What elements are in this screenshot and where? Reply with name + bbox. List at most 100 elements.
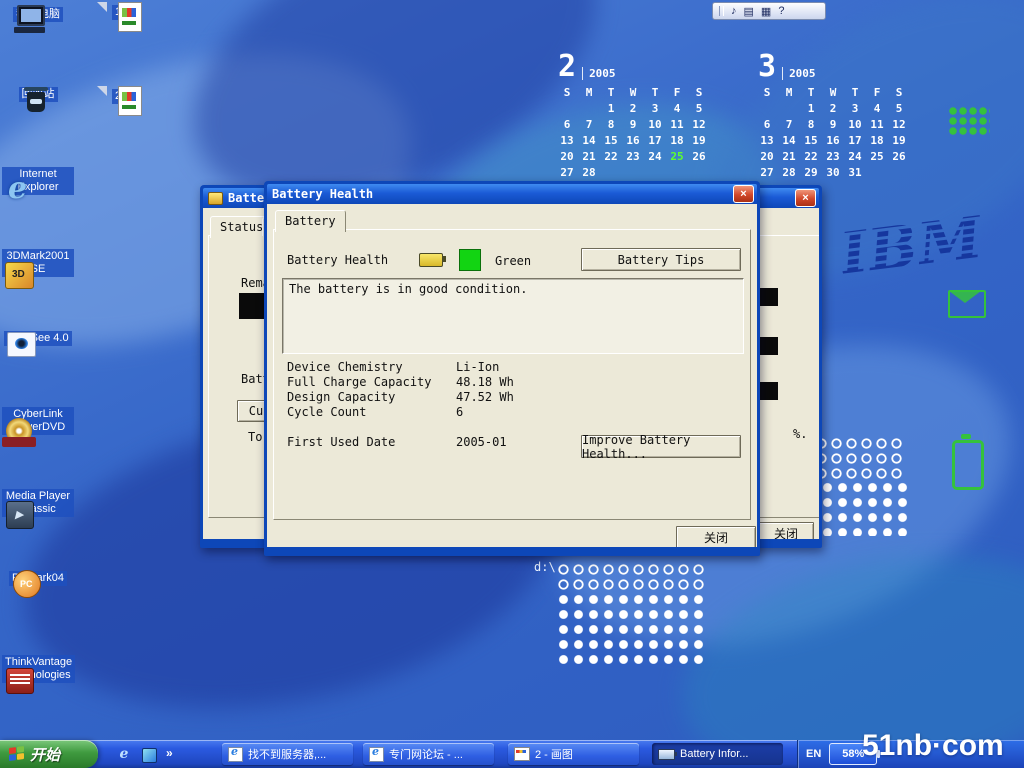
calendar-day-header: T	[644, 86, 666, 99]
calendar-day: 2	[822, 102, 844, 115]
calendar-day: 15	[600, 134, 622, 147]
calendar-day: 3	[644, 102, 666, 115]
floating-toolbar[interactable]: ♪ ▤ ▦ ?	[712, 2, 826, 20]
calendar-day-header: W	[622, 86, 644, 99]
desktop-file-2[interactable]: 2	[82, 86, 154, 104]
calendar-day: 15	[800, 134, 822, 147]
health-status-value: Green	[495, 254, 531, 268]
calendar-day: 9	[822, 118, 844, 131]
dot-pattern	[814, 436, 906, 480]
task-button-battery-information[interactable]: Battery Infor...	[652, 743, 783, 765]
desktop-icon-media-player-classic[interactable]: Media Player Classic	[2, 486, 74, 517]
close-icon[interactable]: ×	[795, 189, 816, 207]
task-button-paint[interactable]: 2 - 画图	[508, 743, 639, 765]
calendar-day: 4	[866, 102, 888, 115]
calendar-day: 18	[866, 134, 888, 147]
calendar-day	[556, 102, 578, 115]
battery-tab-page: Battery Health Green Battery Tips The ba…	[273, 229, 751, 520]
calendar-day: 27	[556, 166, 578, 179]
calendar-day	[866, 166, 888, 179]
calendar-day: 14	[578, 134, 600, 147]
calendar-day: 12	[888, 118, 910, 131]
field-label: Device Chemistry	[287, 360, 403, 374]
field-label: Design Capacity	[287, 390, 395, 404]
desktop-file-1[interactable]: 1	[82, 2, 154, 20]
battery-gauge-block	[758, 337, 778, 355]
calendar-day: 27	[756, 166, 778, 179]
calendar-day: 19	[688, 134, 710, 147]
calendar-day	[888, 166, 910, 179]
calendar-day	[688, 166, 710, 179]
calendar-day: 13	[556, 134, 578, 147]
desktop-icon-acdsee[interactable]: ACDSee 4.0	[2, 328, 74, 346]
toolbar-grip[interactable]	[719, 6, 724, 16]
calendar-day: 25	[866, 150, 888, 163]
calendar-day: 5	[688, 102, 710, 115]
calendar-day: 26	[888, 150, 910, 163]
desktop: IBM d:\ 2 2005 SMTWTFS123456789101112131…	[0, 0, 1024, 768]
battery-task-icon	[658, 749, 675, 760]
media-quicklaunch-icon[interactable]	[142, 748, 157, 763]
calendar-year: 2005	[582, 67, 616, 80]
battery-health-window: Battery Health × Battery Battery Health …	[264, 181, 760, 556]
calendar-day: 28	[778, 166, 800, 179]
calendar-month: 3	[758, 54, 776, 80]
ie-quicklaunch-icon[interactable]: e	[116, 746, 132, 762]
calendar-title: 3 2005	[758, 54, 910, 80]
help-icon[interactable]: ?	[778, 5, 784, 17]
desktop-icon-3dmark[interactable]: 3DMark2001 SE	[2, 246, 74, 277]
field-value: 6	[456, 405, 463, 419]
calendar-day: 20	[756, 150, 778, 163]
field-label: Cycle Count	[287, 405, 366, 419]
close-icon[interactable]: ×	[733, 185, 754, 203]
volume-icon[interactable]: ♪	[731, 5, 737, 17]
start-button[interactable]: 开始	[0, 740, 98, 768]
desktop-icon-powerdvd[interactable]: CyberLink PowerDVD	[2, 404, 74, 435]
field-value: Li-Ion	[456, 360, 499, 374]
calendar-day-header: T	[800, 86, 822, 99]
ie-page-icon	[228, 747, 243, 762]
desktop-icon-my-computer[interactable]: 我的电脑	[2, 4, 74, 22]
desktop-icon-internet-explorer[interactable]: Internet Explorer	[2, 164, 74, 195]
close-button[interactable]: 关闭	[676, 526, 756, 547]
calendar-day: 30	[822, 166, 844, 179]
task-button-server-not-found[interactable]: 找不到服务器,...	[222, 743, 353, 765]
calendar-day: 19	[888, 134, 910, 147]
battery-tips-button[interactable]: Battery Tips	[581, 248, 741, 271]
window-title: Batte	[228, 191, 264, 205]
improve-battery-health-button[interactable]: Improve Battery Health...	[581, 435, 741, 458]
keypad-icon	[948, 106, 990, 136]
condition-textbox: The battery is in good condition.	[282, 278, 744, 354]
calendar-day: 8	[600, 118, 622, 131]
quicklaunch-overflow-chevron[interactable]: »	[166, 746, 173, 760]
battery-gauge-block	[758, 382, 778, 400]
field-label: Full Charge Capacity	[287, 375, 432, 389]
calendar-title: 2 2005	[558, 54, 710, 80]
calendar-month: 2	[558, 54, 576, 80]
tools-icon[interactable]: ▦	[761, 5, 771, 18]
calendar-day	[578, 102, 600, 115]
calendar-day: 31	[844, 166, 866, 179]
calendar-day: 1	[600, 102, 622, 115]
desktop-icon-pcmark[interactable]: PCMark04	[2, 568, 74, 586]
calendar-day-header: W	[822, 86, 844, 99]
language-indicator[interactable]: EN	[806, 748, 821, 760]
calendar-day: 17	[844, 134, 866, 147]
calendar-day: 21	[778, 150, 800, 163]
dot-pattern	[556, 562, 708, 592]
desktop-icon-recycle-bin[interactable]: 回收站	[2, 84, 74, 102]
battery-window-icon	[208, 192, 223, 205]
calendar-day: 10	[844, 118, 866, 131]
calendar-day: 11	[866, 118, 888, 131]
close-button[interactable]: 关闭	[758, 522, 814, 539]
battery-outline-icon	[952, 440, 984, 490]
battery-health-titlebar[interactable]: Battery Health ×	[267, 184, 757, 204]
field-value: 47.52 Wh	[456, 390, 514, 404]
display-icon[interactable]: ▤	[744, 5, 754, 18]
calendar-day: 8	[800, 118, 822, 131]
tab-battery[interactable]: Battery	[275, 210, 346, 232]
task-button-forum[interactable]: 专门网论坛 - ...	[363, 743, 494, 765]
desktop-icon-thinkvantage[interactable]: ThinkVantage Technologies	[2, 652, 74, 683]
dot-pattern	[556, 592, 708, 664]
battery-icon	[419, 253, 443, 267]
